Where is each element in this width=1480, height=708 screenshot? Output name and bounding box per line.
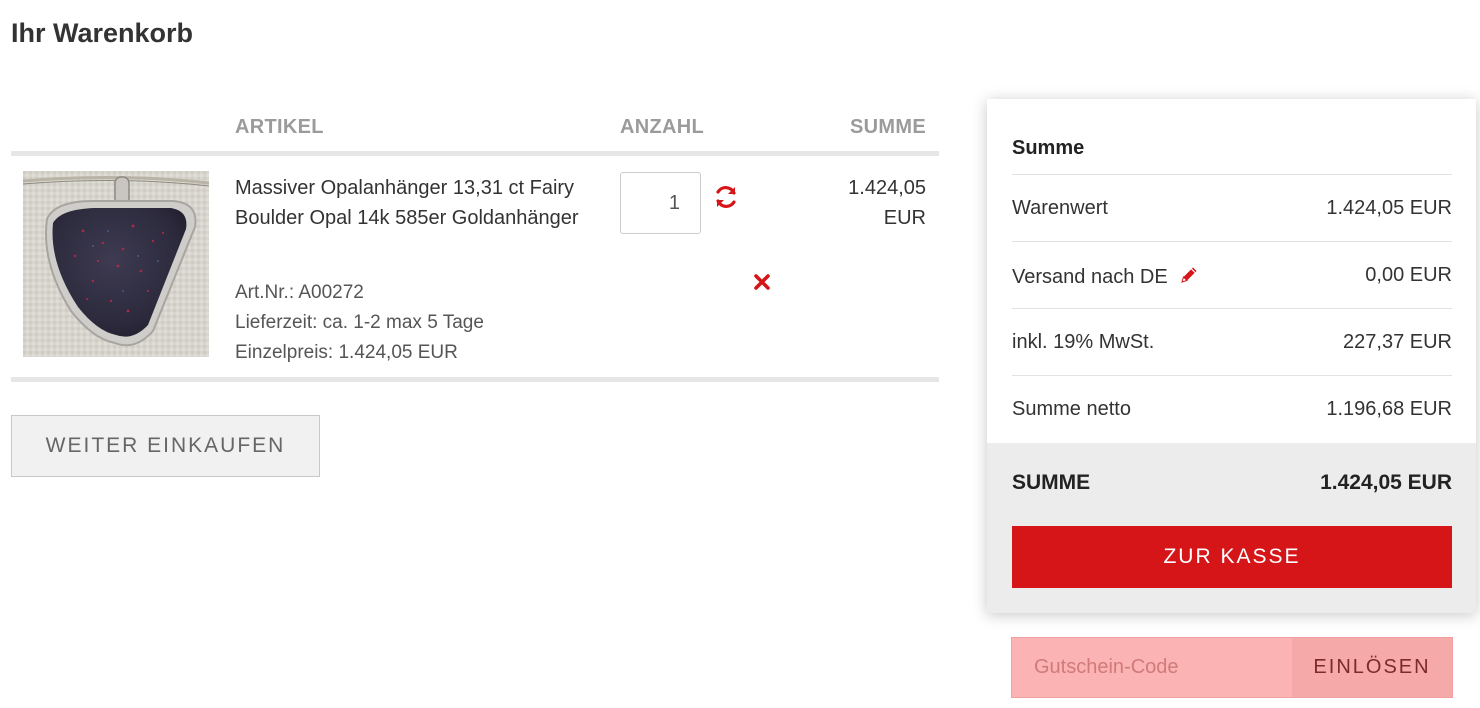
summary-value: 1.424,05 EUR xyxy=(1326,197,1452,219)
summary-label: Summe netto xyxy=(1012,398,1131,420)
summary-value: 1.196,68 EUR xyxy=(1326,398,1452,420)
coupon-form: EINLÖSEN xyxy=(1011,637,1453,698)
total-area: SUMME 1.424,05 EUR ZUR KASSE xyxy=(987,443,1476,613)
column-header-article: ARTIKEL xyxy=(235,116,324,138)
summary-line-shipping: Versand nach DE 0,00 EUR xyxy=(1012,242,1452,309)
cart-item-row: Massiver Opalanhänger 13,31 ct Fairy Bou… xyxy=(11,156,939,382)
product-details: Art.Nr.: A00272 Lieferzeit: ca. 1-2 max … xyxy=(235,278,484,368)
continue-shopping-button[interactable]: WEITER EINKAUFEN xyxy=(11,415,320,477)
unit-price: Einzelpreis: 1.424,05 EUR xyxy=(235,342,458,363)
summary-title: Summe xyxy=(1012,99,1452,175)
summary-line-vat: inkl. 19% MwSt. 227,37 EUR xyxy=(1012,309,1452,376)
redeem-coupon-button[interactable]: EINLÖSEN xyxy=(1292,638,1452,697)
total-label: SUMME xyxy=(1012,471,1091,494)
quantity-input[interactable] xyxy=(620,172,701,234)
refresh-icon[interactable] xyxy=(713,184,739,210)
column-header-quantity: ANZAHL xyxy=(620,116,705,138)
checkout-button[interactable]: ZUR KASSE xyxy=(1012,526,1452,588)
product-image[interactable] xyxy=(23,171,209,357)
summary-label: Warenwert xyxy=(1012,197,1108,219)
total-line: SUMME 1.424,05 EUR xyxy=(1012,471,1452,495)
cart-table: ARTIKEL ANZAHL SUMME Massiver Opalanhäng… xyxy=(11,100,939,382)
cart-table-header: ARTIKEL ANZAHL SUMME xyxy=(11,100,939,156)
summary-label: inkl. 19% MwSt. xyxy=(1012,331,1155,353)
column-header-sum: SUMME xyxy=(850,116,926,138)
summary-value: 0,00 EUR xyxy=(1365,264,1452,286)
item-sum: 1.424,05 EUR xyxy=(848,177,926,229)
summary-label: Versand nach DE xyxy=(1012,266,1168,288)
delivery-time: Lieferzeit: ca. 1-2 max 5 Tage xyxy=(235,312,484,333)
page-title: Ihr Warenkorb xyxy=(11,18,194,48)
product-name[interactable]: Massiver Opalanhänger 13,31 ct Fairy Bou… xyxy=(235,173,605,233)
pencil-icon[interactable] xyxy=(1178,264,1200,286)
total-value: 1.424,05 EUR xyxy=(1320,471,1452,494)
article-number: Art.Nr.: A00272 xyxy=(235,282,364,303)
summary-line-net: Summe netto 1.196,68 EUR xyxy=(1012,376,1452,443)
coupon-code-input[interactable] xyxy=(1013,639,1293,696)
summary-line-goods-value: Warenwert 1.424,05 EUR xyxy=(1012,175,1452,242)
close-icon[interactable] xyxy=(751,271,773,293)
order-summary: Summe Warenwert 1.424,05 EUR Versand nac… xyxy=(987,99,1476,613)
summary-value: 227,37 EUR xyxy=(1343,331,1452,353)
